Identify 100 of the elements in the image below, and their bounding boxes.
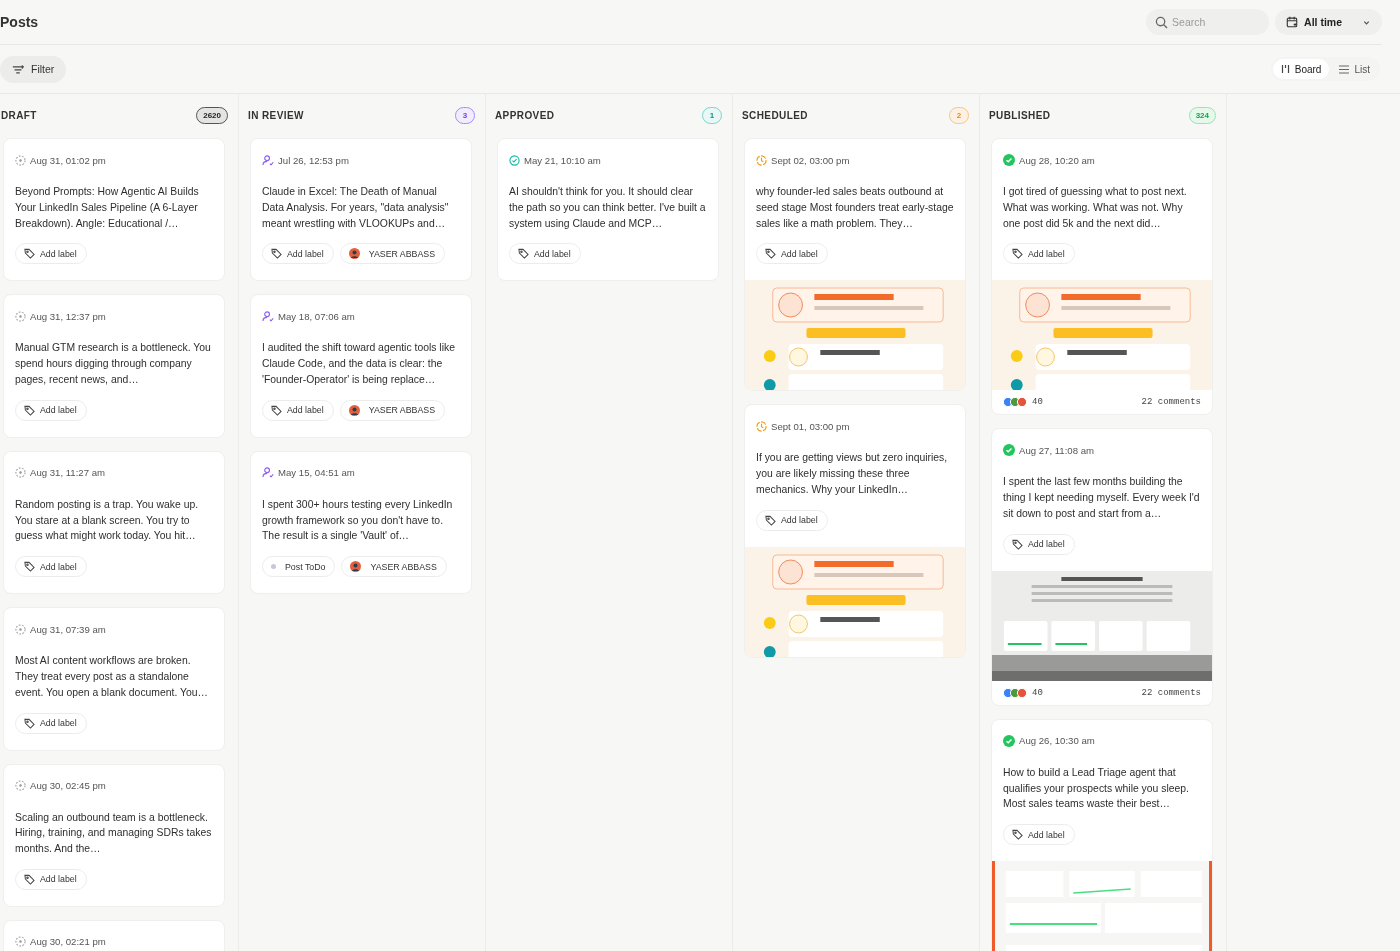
post-excerpt: How to build a Lead Triage agent that qualifies your prospects while you sleep. Most sales teams waste their best… [1003, 765, 1190, 812]
post-excerpt: Most AI content workflows are broken. They treat every post as a standalone event. You open a blank document. You… [15, 654, 209, 700]
dashed-circle-icon [15, 623, 26, 635]
post-excerpt: why founder-led sales beats outbound at seed stage Most founders treat early-stage sales like a math problem. They… [756, 185, 954, 231]
column-title: IN REVIEW [248, 109, 304, 121]
post-date: Aug 30, 02:45 pm [30, 780, 106, 792]
post-date: May 21, 10:10 am [524, 154, 601, 166]
post-excerpt: I spent the last few months building the thing I kept needing myself. Every week I'd sit down to post and start from a… [1003, 475, 1201, 521]
tag-icon [518, 248, 529, 260]
post-card[interactable]: May 18, 07:06 am I audited the shift toward agentic tools like Claude Code, and the data is clear: the 'Founder-Operator' is being replace… Add label YASER ABBASS [250, 294, 472, 438]
add-label-button[interactable]: Add label [1003, 243, 1075, 265]
dashed-circle-icon [15, 467, 26, 479]
dashed-circle-icon [15, 154, 26, 166]
post-card[interactable]: Aug 31, 07:39 am Most AI content workflows are broken. They treat every post as a standalone event. You open a blank document. You… Add label [3, 607, 225, 751]
post-date: Aug 27, 11:08 am [1019, 444, 1095, 456]
post-date: Aug 31, 12:37 pm [30, 310, 106, 322]
post-excerpt: I got tired of guessing what to post next. What was working. What was not. Why one post did 5k and the next did… [1003, 185, 1188, 231]
avatar-icon [350, 561, 362, 573]
post-card[interactable]: Aug 27, 11:08 am I spent the last few months building the thing I kept needing myself. Every week I'd sit down to post and start from a… Add label 40 22 comments [991, 428, 1213, 706]
post-excerpt: If you are getting views but zero inquiries, you are likely missing these three mechanics. Why your LinkedIn… [756, 451, 949, 497]
count-badge: 1 [702, 106, 722, 124]
add-label-button[interactable]: Add label [15, 556, 87, 578]
post-card[interactable]: Aug 31, 11:27 am Random posting is a trap. You wake up. You stare at a blank screen. You try to guess what might work today. You hit… Add label [3, 450, 225, 595]
add-label-button[interactable]: Add label [509, 243, 581, 265]
list-icon [1339, 64, 1350, 74]
post-card[interactable]: Aug 30, 02:45 pm Scaling an outbound team is a bottleneck. Hiring, training, and managing SDRs takes months. And the… Add label [3, 763, 225, 907]
post-excerpt: Random posting is a trap. You wake up. You stare at a blank screen. You try to guess what might work today. You hit… [15, 497, 200, 544]
post-card[interactable]: Aug 30, 02:21 pm [3, 919, 225, 951]
post-date: Aug 31, 11:27 am [30, 467, 106, 479]
add-label-button[interactable]: Add label [1003, 824, 1075, 846]
add-label-button[interactable]: Add label [15, 712, 87, 734]
status-chip[interactable]: Post ToDo [262, 556, 336, 578]
assignee-chip[interactable]: YASER ABBASS [341, 556, 447, 578]
filter-button[interactable]: Filter [0, 55, 67, 83]
assignee-chip[interactable]: YASER ABBASS [339, 399, 446, 421]
avatar-icon [348, 404, 360, 416]
tag-icon [271, 404, 282, 416]
add-label-button[interactable]: Add label [15, 868, 87, 890]
reactions-icon [1003, 687, 1029, 698]
post-card[interactable]: Aug 28, 10:20 am I got tired of guessing what to post next. What was working. What was not. Why one post did 5k and the next did… Add label 40 22 comments [991, 138, 1213, 416]
post-card[interactable]: Aug 26, 10:30 am How to build a Lead Triage agent that qualifies your prospects while you sleep. Most sales teams waste their best… Add label [991, 718, 1213, 951]
post-date: Aug 26, 10:30 am [1019, 735, 1095, 747]
comment-count: 22 comments [1141, 687, 1201, 698]
post-date: Jul 26, 12:53 pm [278, 154, 349, 166]
add-label-button[interactable]: Add label [1003, 533, 1075, 555]
add-label-button[interactable]: Add label [15, 399, 87, 421]
post-excerpt: Beyond Prompts: How Agentic AI Builds Your LinkedIn Sales Pipeline (A 6-Layer Breakdown). Angle: Educational /… [15, 185, 200, 231]
post-date: May 18, 07:06 am [278, 310, 355, 322]
post-card[interactable]: Aug 31, 01:02 pm Beyond Prompts: How Agentic AI Builds Your LinkedIn Sales Pipeline (A 6-Layer Breakdown). Angle: Educational /… Add label [3, 138, 225, 282]
column-title: SCHEDULED [742, 109, 808, 121]
post-excerpt: I audited the shift toward agentic tools like Claude Code, and the data is clear: the 'Founder-Operator' is being replace… [262, 341, 456, 387]
tag-icon [24, 873, 35, 885]
list-tab[interactable]: List [1331, 59, 1378, 79]
avatar-icon [348, 248, 360, 260]
status-dot-icon [271, 564, 276, 570]
post-card[interactable]: May 15, 04:51 am I spent 300+ hours testing every LinkedIn growth framework so you don't have to. The result is a single 'Vault' of… Post ToDo YASER ABBASS [250, 450, 472, 595]
count-badge: 2 [949, 106, 969, 124]
post-excerpt: Scaling an outbound team is a bottleneck. Hiring, training, and managing SDRs takes months. And the… [15, 810, 213, 857]
search-icon [1155, 16, 1169, 29]
dashed-circle-icon [15, 780, 26, 792]
post-date: Aug 28, 10:20 am [1019, 154, 1095, 166]
add-label-button[interactable]: Add label [756, 509, 828, 531]
tag-icon [1012, 829, 1023, 841]
board-icon [1280, 64, 1290, 74]
tag-icon [765, 514, 776, 526]
post-excerpt: AI shouldn't think for you. It should clear the path so you can think better. I've built a system using Claude and MCP… [509, 185, 707, 231]
reaction-count: 40 [1032, 397, 1043, 408]
post-card[interactable]: Sept 02, 03:00 pm why founder-led sales beats outbound at seed stage Most founders treat early-stage sales like a math problem. They… Add label [744, 138, 966, 392]
search-field[interactable]: Search [1146, 9, 1270, 35]
post-card[interactable]: Aug 31, 12:37 pm Manual GTM research is a bottleneck. You spend hours digging through company pages, recent news, and… Add label [3, 294, 225, 438]
board-tab[interactable]: Board [1272, 59, 1330, 79]
count-badge: 3 [455, 106, 475, 124]
reaction-count: 40 [1032, 687, 1043, 698]
person-icon [262, 310, 274, 322]
check-circle-icon [1003, 154, 1015, 166]
post-date: Aug 31, 01:02 pm [30, 154, 106, 166]
tag-icon [271, 248, 282, 260]
add-label-button[interactable]: Add label [262, 243, 334, 265]
tag-icon [1012, 248, 1023, 260]
filter-icon [12, 63, 24, 75]
count-badge: 324 [1188, 106, 1216, 124]
check-circle-icon [1003, 444, 1015, 457]
assignee-chip[interactable]: YASER ABBASS [339, 243, 446, 265]
clock-icon [756, 420, 767, 432]
person-icon [262, 467, 274, 479]
comment-count: 22 comments [1141, 397, 1201, 408]
date-range-dropdown[interactable]: All time [1275, 9, 1382, 35]
check-circle-icon [509, 154, 520, 166]
add-label-button[interactable]: Add label [15, 243, 87, 265]
tag-icon [24, 404, 35, 416]
post-date: Sept 01, 03:00 pm [771, 420, 850, 432]
post-card[interactable]: Sept 01, 03:00 pm If you are getting views but zero inquiries, you are likely missing these three mechanics. Why your LinkedIn… Add label [744, 404, 966, 658]
add-label-button[interactable]: Add label [756, 243, 828, 265]
check-circle-icon [1003, 734, 1015, 747]
post-card[interactable]: May 21, 10:10 am AI shouldn't think for you. It should clear the path so you can think better. I've built a system using Claude and MCP… Add label [497, 138, 719, 282]
add-label-button[interactable]: Add label [262, 399, 334, 421]
post-card[interactable]: Jul 26, 12:53 pm Claude in Excel: The Death of Manual Data Analysis. For years, "data analysis" meant wrestling with VLOOKUPs and… Add label YASER ABBASS [250, 138, 472, 282]
count-badge: 2620 [196, 106, 228, 124]
calendar-icon [1286, 16, 1299, 28]
person-icon [262, 154, 274, 166]
